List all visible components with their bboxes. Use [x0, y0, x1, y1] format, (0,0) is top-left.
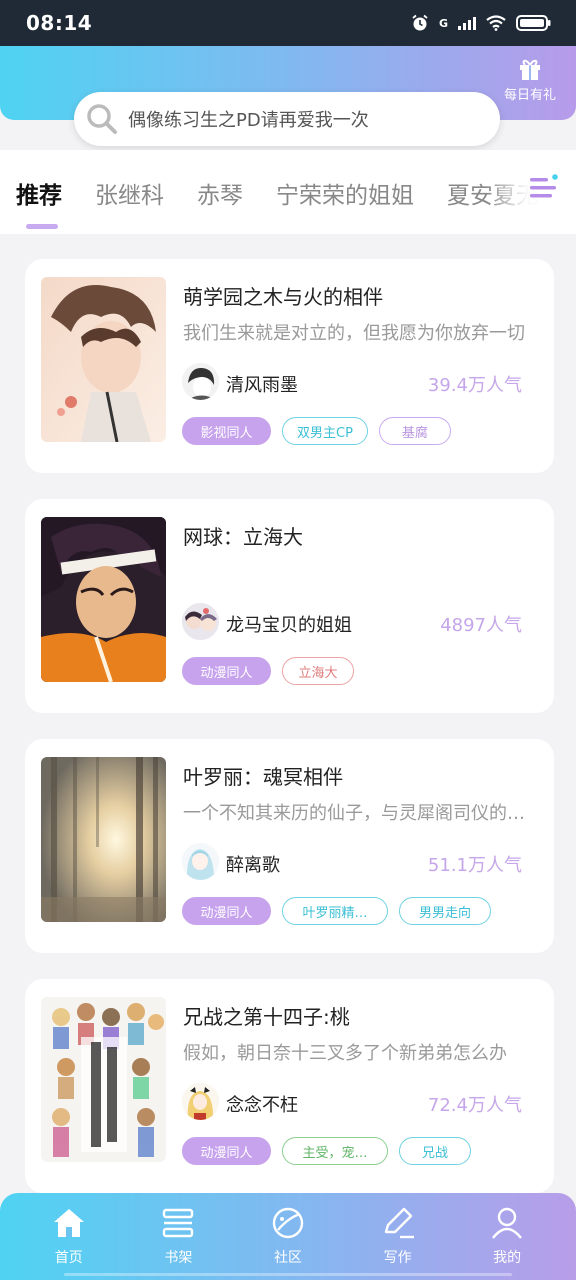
planet-icon — [270, 1205, 306, 1241]
tag-chip[interactable]: 双男主CP — [282, 417, 368, 445]
nav-bookshelf[interactable]: 书架 — [133, 1205, 223, 1280]
tag-chip[interactable]: 立海大 — [282, 657, 354, 685]
network-type: G — [438, 16, 448, 30]
alarm-icon — [412, 14, 428, 31]
tab-ningrongrong[interactable]: 宁荣荣的姐姐 — [276, 176, 414, 210]
bookshelf-icon — [160, 1205, 196, 1241]
tag-list: 影视同人 双男主CP 基腐 — [182, 417, 451, 445]
nav-label: 我的 — [493, 1250, 522, 1266]
popularity-count: 39.4万人气 — [427, 375, 522, 396]
nav-label: 书架 — [164, 1250, 193, 1266]
tag-chip[interactable]: 基腐 — [378, 417, 451, 445]
nav-label: 首页 — [54, 1250, 83, 1266]
search-placeholder: 偶像练习生之PD请再爱我一次 — [128, 110, 369, 131]
author-name[interactable]: 清风雨墨 — [226, 371, 298, 397]
book-description: 我们生来就是对立的，但我愿为你放弃一切 — [183, 323, 525, 344]
nav-home[interactable]: 首页 — [24, 1205, 114, 1280]
bottom-navigation: 首页 书架 社区 写作 我的 — [0, 1193, 576, 1280]
tag-chip[interactable]: 动漫同人 — [182, 897, 271, 925]
nav-label: 社区 — [273, 1250, 302, 1266]
author-avatar[interactable] — [182, 363, 219, 400]
signal-icon — [458, 17, 476, 30]
pen-icon — [380, 1205, 416, 1241]
tag-list: 动漫同人 叶罗丽精… 男男走向 — [182, 897, 491, 925]
battery-icon — [516, 15, 551, 31]
book-description: 一个不知其来历的仙子，与灵犀阁司仪的故事 — [183, 803, 533, 824]
daily-gift-button[interactable]: 每日有礼 — [498, 56, 562, 103]
active-tab-indicator — [26, 224, 58, 229]
tag-chip[interactable]: 主受，宠… — [282, 1137, 388, 1165]
book-cover-image[interactable] — [41, 277, 166, 442]
book-card[interactable]: 网球：立海大 龙马宝贝的姐姐 4897人气 动漫同人 立海大 — [25, 499, 554, 713]
author-avatar[interactable] — [182, 1083, 219, 1120]
wifi-icon — [486, 15, 506, 31]
nav-profile[interactable]: 我的 — [462, 1205, 552, 1280]
gift-label: 每日有礼 — [503, 88, 556, 103]
popularity-count: 51.1万人气 — [427, 855, 522, 876]
tab-recommend[interactable]: 推荐 — [16, 176, 62, 210]
book-title[interactable]: 网球：立海大 — [183, 521, 303, 550]
user-icon — [489, 1205, 525, 1241]
author-name[interactable]: 龙马宝贝的姐姐 — [226, 611, 352, 637]
home-icon — [51, 1205, 87, 1241]
book-card[interactable]: 兄战之第十四子:桃 假如，朝日奈十三叉多了个新弟弟怎么办 念念不枉 72.4万人… — [25, 979, 554, 1193]
book-description: 假如，朝日奈十三叉多了个新弟弟怎么办 — [183, 1043, 507, 1064]
nav-community[interactable]: 社区 — [243, 1205, 333, 1280]
book-title[interactable]: 萌学园之木与火的相伴 — [183, 281, 383, 310]
tag-list: 动漫同人 立海大 — [182, 657, 354, 685]
tab-chiqin[interactable]: 赤琴 — [197, 176, 243, 210]
home-indicator[interactable] — [64, 1273, 512, 1276]
tag-chip[interactable]: 兄战 — [399, 1137, 471, 1165]
author-avatar[interactable] — [182, 843, 219, 880]
author-name[interactable]: 念念不枉 — [226, 1091, 298, 1117]
status-time: 08:14 — [26, 11, 93, 35]
book-cover-image[interactable] — [41, 517, 166, 682]
tag-chip[interactable]: 影视同人 — [182, 417, 271, 445]
popularity-count: 4897人气 — [440, 615, 522, 636]
status-icons: G — [411, 14, 552, 32]
gift-icon — [520, 59, 540, 80]
tag-list: 动漫同人 主受，宠… 兄战 — [182, 1137, 471, 1165]
tag-chip[interactable]: 叶罗丽精… — [282, 897, 388, 925]
search-icon — [84, 101, 120, 137]
nav-label: 写作 — [383, 1250, 412, 1266]
tag-chip[interactable]: 动漫同人 — [182, 1137, 271, 1165]
category-menu-icon[interactable] — [528, 170, 560, 206]
tab-zhangjike[interactable]: 张继科 — [95, 176, 164, 210]
nav-write[interactable]: 写作 — [353, 1205, 443, 1280]
book-card[interactable]: 叶罗丽：魂冥相伴 一个不知其来历的仙子，与灵犀阁司仪的故事 醉离歌 51.1万人… — [25, 739, 554, 953]
book-cover-image[interactable] — [41, 997, 166, 1162]
tag-chip[interactable]: 男男走向 — [399, 897, 491, 925]
status-bar: 08:14 G — [0, 0, 576, 46]
book-title[interactable]: 叶罗丽：魂冥相伴 — [183, 761, 343, 790]
search-bar[interactable]: 偶像练习生之PD请再爱我一次 — [74, 92, 500, 146]
book-cover-image[interactable] — [41, 757, 166, 922]
book-title[interactable]: 兄战之第十四子:桃 — [183, 1001, 350, 1030]
tag-chip[interactable]: 动漫同人 — [182, 657, 271, 685]
author-name[interactable]: 醉离歌 — [226, 851, 280, 877]
popularity-count: 72.4万人气 — [427, 1095, 522, 1116]
book-card[interactable]: 萌学园之木与火的相伴 我们生来就是对立的，但我愿为你放弃一切 清风雨墨 39.4… — [25, 259, 554, 473]
author-avatar[interactable] — [182, 603, 219, 640]
